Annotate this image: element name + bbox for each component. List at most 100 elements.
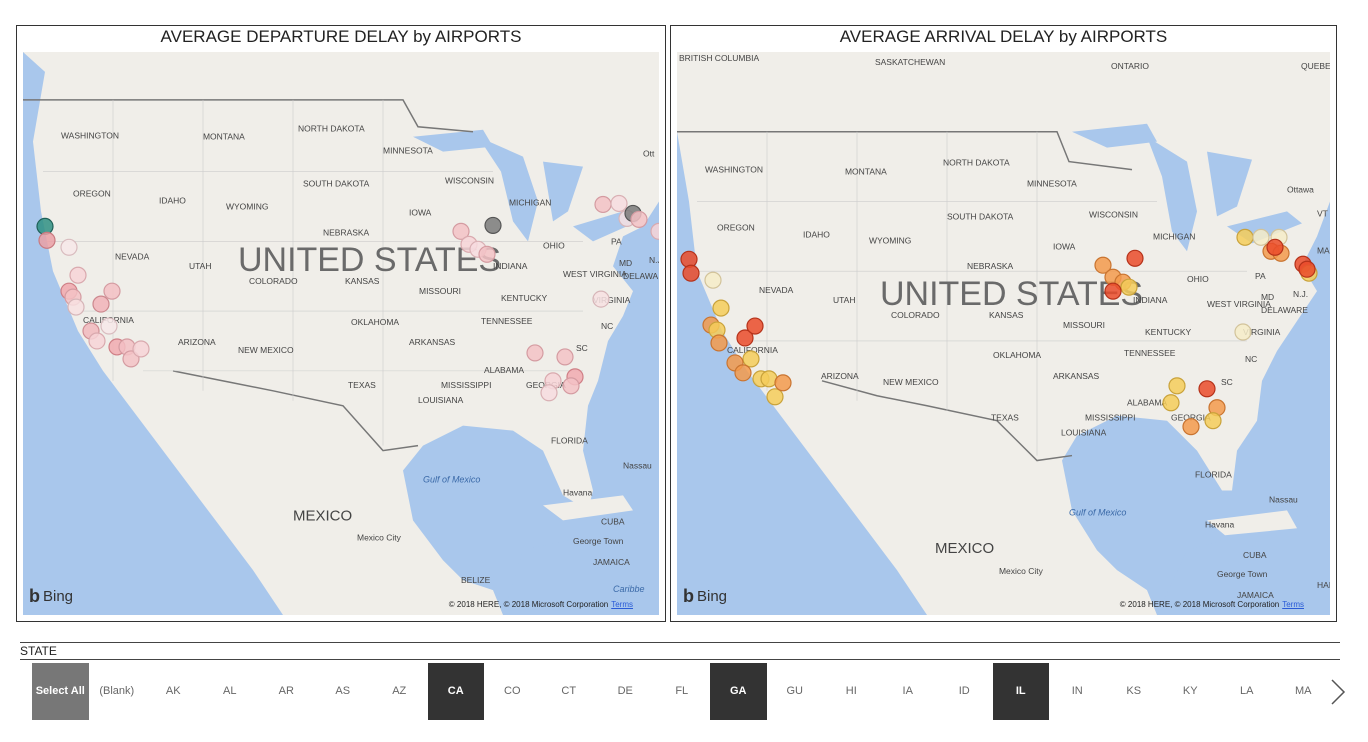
state-chip[interactable]: FL	[654, 663, 711, 720]
airport-bubble[interactable]	[88, 332, 106, 350]
airport-bubble[interactable]	[60, 238, 78, 256]
state-chip[interactable]: LA	[1219, 663, 1276, 720]
state-chip[interactable]: AR	[258, 663, 315, 720]
airport-bubble[interactable]	[1126, 249, 1144, 267]
map-place-label: PA	[1255, 271, 1266, 281]
map-place-label: UTAH	[189, 261, 211, 271]
airport-bubble[interactable]	[1234, 323, 1252, 341]
airport-bubble[interactable]	[1162, 394, 1180, 412]
map-place-label: INDIANA	[493, 261, 528, 271]
map-place-label: TENNESSEE	[481, 316, 533, 326]
airport-bubble[interactable]	[734, 364, 752, 382]
airport-bubble[interactable]	[594, 195, 612, 214]
state-chip[interactable]: AL	[202, 663, 259, 720]
state-chip[interactable]: IN	[1049, 663, 1106, 720]
state-chip[interactable]: DE	[597, 663, 654, 720]
airport-bubble[interactable]	[1252, 228, 1270, 246]
state-chip[interactable]: AZ	[371, 663, 428, 720]
airport-bubble[interactable]	[712, 299, 730, 317]
airport-bubble[interactable]	[592, 290, 610, 308]
airport-bubble[interactable]	[562, 377, 580, 395]
map-place-label: MD	[1261, 292, 1274, 302]
arrival-map[interactable]: UNITED STATES MEXICO BRITISH COLUMBIA SA…	[677, 52, 1330, 615]
state-chip[interactable]: IA	[880, 663, 937, 720]
map-place-label: MISSOURI	[1063, 320, 1105, 330]
map-place-label: Gulf of Mexico	[1069, 507, 1126, 517]
airport-bubble[interactable]	[556, 348, 574, 366]
airport-bubble[interactable]	[766, 388, 784, 406]
panel-title: AVERAGE DEPARTURE DELAY by AIRPORTS	[160, 27, 522, 46]
airport-bubble[interactable]	[610, 194, 628, 213]
airport-bubble[interactable]	[526, 344, 544, 362]
airport-bubble[interactable]	[100, 317, 118, 335]
state-chip[interactable]: AS	[315, 663, 372, 720]
state-chip[interactable]: IL	[992, 663, 1049, 720]
airport-bubble[interactable]	[484, 216, 502, 234]
map-copyright: © 2018 HERE, © 2018 Microsoft Corporatio…	[1119, 600, 1304, 609]
airport-bubble[interactable]	[132, 340, 150, 358]
departure-map[interactable]: UNITED STATES MEXICO WASHINGTON MONTANA …	[23, 52, 659, 615]
terms-link[interactable]: Terms	[1282, 600, 1304, 609]
airport-bubble[interactable]	[680, 250, 698, 268]
map-place-label: ONTARIO	[1111, 61, 1149, 71]
map-place-label: IDAHO	[803, 229, 830, 239]
state-chip[interactable]: (Blank)	[89, 663, 146, 720]
state-chip[interactable]: GU	[767, 663, 824, 720]
airport-bubble[interactable]	[1236, 228, 1254, 246]
map-place-label: TEXAS	[991, 413, 1019, 423]
airport-bubble[interactable]	[36, 217, 54, 235]
state-chip[interactable]: HI	[823, 663, 880, 720]
terms-link[interactable]: Terms	[611, 600, 633, 609]
airport-bubble[interactable]	[67, 298, 85, 316]
airport-bubble[interactable]	[1298, 260, 1316, 278]
map-place-label: LOUISIANA	[418, 395, 464, 405]
airport-bubble[interactable]	[1104, 282, 1122, 300]
airport-bubble[interactable]	[103, 282, 121, 300]
airport-bubble[interactable]	[38, 231, 56, 249]
map-place-label: SC	[1221, 377, 1233, 387]
airport-bubble[interactable]	[92, 295, 110, 313]
state-chip[interactable]: KY	[1162, 663, 1219, 720]
airport-bubble[interactable]	[742, 350, 760, 368]
airport-bubble[interactable]	[746, 317, 764, 335]
airport-bubble[interactable]	[540, 384, 558, 402]
airport-bubble[interactable]	[1120, 278, 1138, 296]
state-chip[interactable]: Select All	[32, 663, 89, 720]
map-place-label: SASKATCHEWAN	[875, 57, 945, 67]
state-chip[interactable]: CO	[484, 663, 541, 720]
state-chip[interactable]: GA	[710, 663, 767, 720]
airport-bubble[interactable]	[69, 266, 87, 284]
map-place-label: Ottawa	[1287, 185, 1314, 195]
map-place-label: BRITISH COLUMBIA	[679, 53, 759, 63]
map-place-label: Caribbe	[613, 584, 644, 594]
airport-bubble[interactable]	[1182, 418, 1200, 436]
state-chip[interactable]: AK	[145, 663, 202, 720]
map-place-label: KENTUCKY	[501, 293, 548, 303]
map-place-label: OREGON	[717, 222, 755, 232]
airport-bubble[interactable]	[704, 271, 722, 289]
bing-logo: b Bing	[29, 586, 74, 606]
map-place-label: IOWA	[1053, 241, 1076, 251]
map-place-label: CUBA	[601, 516, 625, 526]
airport-bubble[interactable]	[478, 245, 496, 263]
map-place-label: SC	[576, 343, 588, 353]
state-chip[interactable]: MA	[1275, 663, 1332, 720]
state-chip[interactable]: KS	[1106, 663, 1163, 720]
map-place-label: MISSOURI	[419, 286, 461, 296]
map-place-label: KANSAS	[989, 310, 1024, 320]
chevron-right-icon[interactable]	[1328, 676, 1348, 708]
map-place-label: FLORIDA	[1195, 470, 1232, 480]
state-chip[interactable]: CA	[427, 663, 484, 720]
state-chip[interactable]: ID	[936, 663, 993, 720]
airport-bubble[interactable]	[1266, 238, 1284, 256]
state-chip[interactable]: CT	[541, 663, 598, 720]
airport-bubble[interactable]	[710, 334, 728, 352]
airport-bubble[interactable]	[1204, 412, 1222, 430]
map-place-label: NEVADA	[115, 251, 150, 261]
airport-bubble[interactable]	[774, 374, 792, 392]
airport-bubble[interactable]	[1198, 380, 1216, 398]
map-place-label: IOWA	[409, 207, 432, 217]
airport-bubble[interactable]	[1168, 377, 1186, 395]
airport-bubble[interactable]	[682, 264, 700, 282]
airport-bubble[interactable]	[630, 210, 648, 228]
